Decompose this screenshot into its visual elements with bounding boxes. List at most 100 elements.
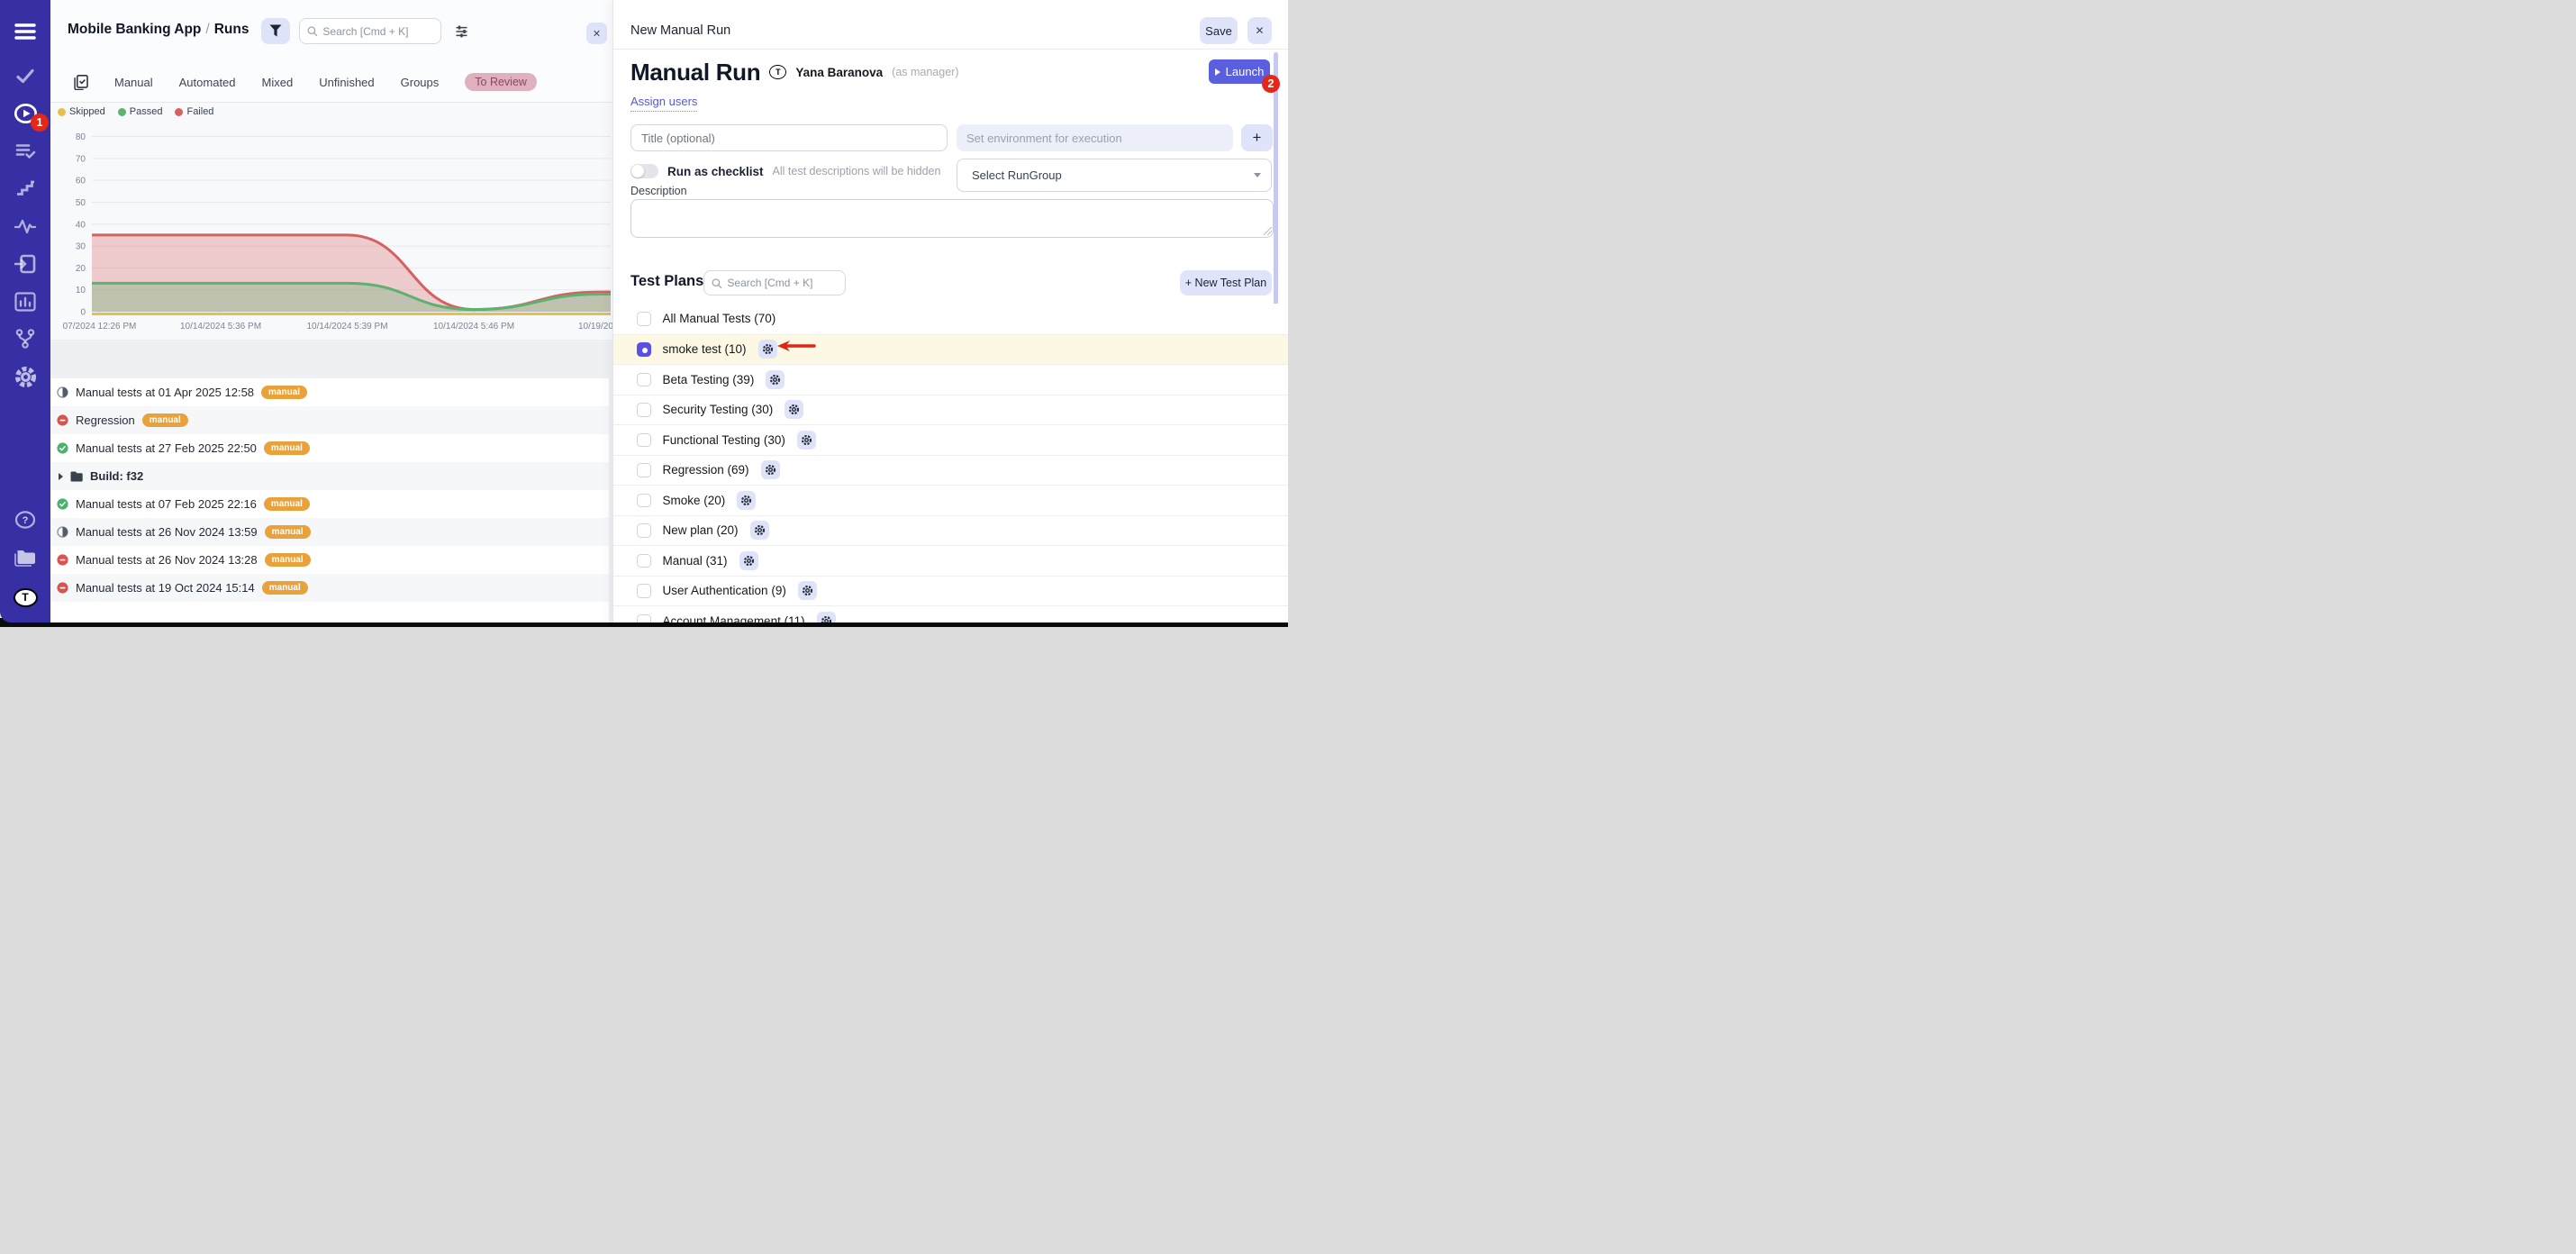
- svg-text:20: 20: [76, 264, 86, 274]
- steps-icon[interactable]: [0, 175, 50, 202]
- test-plan-row[interactable]: Manual (31): [613, 545, 1288, 576]
- plan-checkbox[interactable]: [637, 614, 651, 623]
- manual-badge: manual: [265, 553, 311, 567]
- plan-settings-button[interactable]: [750, 521, 769, 540]
- run-as-checklist-toggle[interactable]: [630, 164, 658, 178]
- plan-checkbox[interactable]: [637, 403, 651, 417]
- environment-input[interactable]: [957, 124, 1233, 151]
- test-plan-row[interactable]: Beta Testing (39): [613, 364, 1288, 395]
- plan-settings-button[interactable]: [737, 491, 756, 510]
- runs-search[interactable]: [299, 18, 441, 44]
- manager-avatar: T: [769, 65, 786, 79]
- plan-checkbox[interactable]: [637, 433, 651, 448]
- runs-tabs: Manual Automated Mixed Unfinished Groups To R…: [50, 70, 612, 94]
- testomat-logo[interactable]: T: [0, 584, 50, 611]
- test-plan-row[interactable]: All Manual Tests (70): [613, 304, 1288, 334]
- filter-button[interactable]: [261, 18, 290, 44]
- logo-letter: T: [14, 588, 38, 607]
- plan-checkbox[interactable]: [637, 312, 651, 326]
- run-row[interactable]: Manual tests at 26 Nov 2024 13:59manual: [50, 518, 609, 546]
- sign-in-icon[interactable]: [0, 250, 50, 277]
- checklist-tab-icon[interactable]: [74, 75, 88, 90]
- add-environment-button[interactable]: +: [1241, 124, 1273, 151]
- gear-icon: [802, 585, 813, 596]
- run-row[interactable]: Regressionmanual: [50, 406, 609, 434]
- plan-checkbox[interactable]: [637, 373, 651, 387]
- save-button[interactable]: Save: [1200, 17, 1238, 44]
- resize-grip[interactable]: [1264, 227, 1272, 235]
- run-title-input[interactable]: [630, 124, 948, 151]
- menu-icon[interactable]: [0, 18, 50, 45]
- gear-icon[interactable]: [0, 363, 50, 390]
- breadcrumb-project[interactable]: Mobile Banking App: [68, 22, 201, 37]
- test-plan-row[interactable]: Smoke (20): [613, 485, 1288, 515]
- test-plan-row[interactable]: Security Testing (30): [613, 395, 1288, 425]
- expand-caret-icon[interactable]: [59, 473, 63, 480]
- close-panel-button[interactable]: ✕: [1247, 17, 1272, 44]
- test-plans-search-input[interactable]: [727, 277, 838, 289]
- test-plan-row[interactable]: smoke test (10): [613, 334, 1288, 365]
- check-icon[interactable]: [0, 62, 50, 89]
- test-plan-row[interactable]: Functional Testing (30): [613, 424, 1288, 455]
- plan-settings-button[interactable]: [785, 400, 803, 419]
- plan-checkbox[interactable]: [637, 342, 651, 357]
- run-row[interactable]: Manual tests at 07 Feb 2025 22:16manual: [50, 490, 609, 518]
- run-status-failed-icon: [57, 582, 68, 594]
- tab-manual[interactable]: Manual: [114, 76, 153, 89]
- plan-settings-button[interactable]: [797, 431, 816, 450]
- plan-settings-button[interactable]: [761, 460, 780, 479]
- run-row[interactable]: Manual tests at 27 Feb 2025 22:50manual: [50, 434, 609, 462]
- tab-groups[interactable]: Groups: [401, 76, 440, 89]
- test-plan-row[interactable]: Account Management (11): [613, 605, 1288, 622]
- run-title: Manual tests at 26 Nov 2024 13:28: [76, 553, 258, 567]
- plan-checkbox[interactable]: [637, 494, 651, 508]
- folder-icon: [70, 471, 83, 482]
- breadcrumb: Mobile Banking App/Runs: [68, 22, 249, 38]
- run-row[interactable]: Manual tests at 26 Nov 2024 13:28 manual: [50, 546, 609, 574]
- plan-settings-button[interactable]: [766, 370, 785, 389]
- plan-checkbox[interactable]: [637, 463, 651, 477]
- run-row[interactable]: Manual tests at 19 Oct 2024 15:14manual: [50, 574, 609, 602]
- run-status-failed-icon: [57, 554, 68, 566]
- test-plan-row[interactable]: User Authentication (9): [613, 576, 1288, 606]
- legend-item-skipped: Skipped: [58, 106, 105, 117]
- search-input[interactable]: [322, 25, 433, 38]
- run-row[interactable]: Manual tests at 01 Apr 2025 12:58manual: [50, 378, 609, 406]
- search-icon: [307, 25, 317, 37]
- test-plan-row[interactable]: New plan (20): [613, 515, 1288, 546]
- list-check-icon[interactable]: [0, 137, 50, 164]
- plan-settings-button[interactable]: [739, 551, 758, 570]
- gear-icon: [740, 495, 752, 506]
- branch-icon[interactable]: [0, 325, 50, 352]
- assign-users-link[interactable]: Assign users: [630, 95, 697, 112]
- run-row[interactable]: Build: f32: [50, 462, 609, 490]
- description-textarea[interactable]: [630, 199, 1274, 238]
- test-plans-search[interactable]: [703, 270, 846, 295]
- plan-settings-button[interactable]: [798, 581, 817, 600]
- adjustments-icon[interactable]: [455, 24, 468, 43]
- tab-automated[interactable]: Automated: [179, 76, 236, 89]
- description-label: Description: [630, 185, 687, 197]
- new-test-plan-button[interactable]: + New Test Plan: [1180, 270, 1272, 295]
- plan-checkbox[interactable]: [637, 584, 651, 598]
- folder-icon[interactable]: [0, 544, 50, 571]
- tab-to-review[interactable]: To Review: [465, 73, 537, 91]
- plan-checkbox[interactable]: [637, 523, 651, 538]
- play-icon: [1215, 68, 1220, 76]
- run-as-checklist-row: Run as checklist All test descriptions w…: [630, 162, 940, 180]
- collapse-panel-button[interactable]: ✕: [586, 23, 607, 44]
- new-manual-run-panel: New Manual Run Save ✕ Manual Run T Yana …: [612, 0, 1288, 622]
- tab-unfinished[interactable]: Unfinished: [319, 76, 374, 89]
- plan-checkbox[interactable]: [637, 554, 651, 568]
- test-plan-row[interactable]: Regression (69): [613, 455, 1288, 486]
- breadcrumb-separator: /: [201, 22, 213, 37]
- plan-settings-button[interactable]: [817, 612, 836, 622]
- launch-button[interactable]: Launch: [1209, 59, 1270, 84]
- activity-icon[interactable]: [0, 213, 50, 240]
- plan-label: New plan (20): [663, 523, 739, 537]
- help-icon[interactable]: ?: [0, 506, 50, 533]
- bar-chart-icon[interactable]: [0, 288, 50, 315]
- chart-canvas: 0102030405060708007/2024 12:26 PM10/14/2…: [50, 117, 612, 340]
- rungroup-select[interactable]: Select RunGroup: [957, 159, 1272, 192]
- tab-mixed[interactable]: Mixed: [262, 76, 294, 89]
